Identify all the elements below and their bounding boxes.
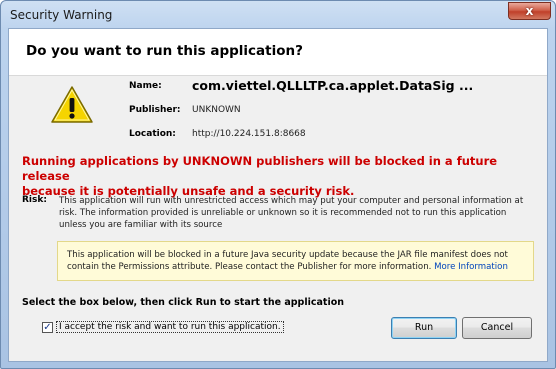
risk-description: This application will run with unrestric… <box>59 196 524 230</box>
cancel-button[interactable]: Cancel <box>462 317 532 339</box>
name-value: com.viettel.QLLLTP.ca.applet.DataSig ... <box>192 78 474 93</box>
security-warning-window: Security Warning x Do you want to run th… <box>0 0 556 369</box>
window-title: Security Warning <box>10 8 113 22</box>
location-label: Location: <box>129 129 176 139</box>
unknown-publisher-warning: Running applications by UNKNOWN publishe… <box>22 154 532 199</box>
name-label: Name: <box>129 81 162 91</box>
run-instruction: Select the box below, then click Run to … <box>22 297 344 308</box>
checkmark-icon: ✓ <box>43 322 52 333</box>
run-button[interactable]: Run <box>391 317 457 339</box>
title-bar[interactable]: Security Warning x <box>1 1 555 28</box>
accept-risk-checkbox[interactable]: ✓ <box>42 322 53 333</box>
accept-risk-label[interactable]: I accept the risk and want to run this a… <box>56 321 284 333</box>
warning-line-1: Running applications by UNKNOWN publishe… <box>22 154 498 183</box>
more-information-link[interactable]: More Information <box>434 262 508 272</box>
risk-label: Risk: <box>22 195 47 205</box>
dialog-body: Do you want to run this application? Nam… <box>8 28 548 362</box>
blocked-notice: This application will be blocked in a fu… <box>57 241 534 281</box>
dialog-question: Do you want to run this application? <box>26 43 303 59</box>
close-icon: x <box>525 4 534 18</box>
publisher-value: UNKNOWN <box>192 105 241 115</box>
dialog-header: Do you want to run this application? <box>9 29 547 76</box>
close-button[interactable]: x <box>508 2 551 20</box>
warning-triangle-icon <box>51 86 93 123</box>
location-value: http://10.224.151.8:8668 <box>192 129 306 139</box>
publisher-label: Publisher: <box>129 105 181 115</box>
